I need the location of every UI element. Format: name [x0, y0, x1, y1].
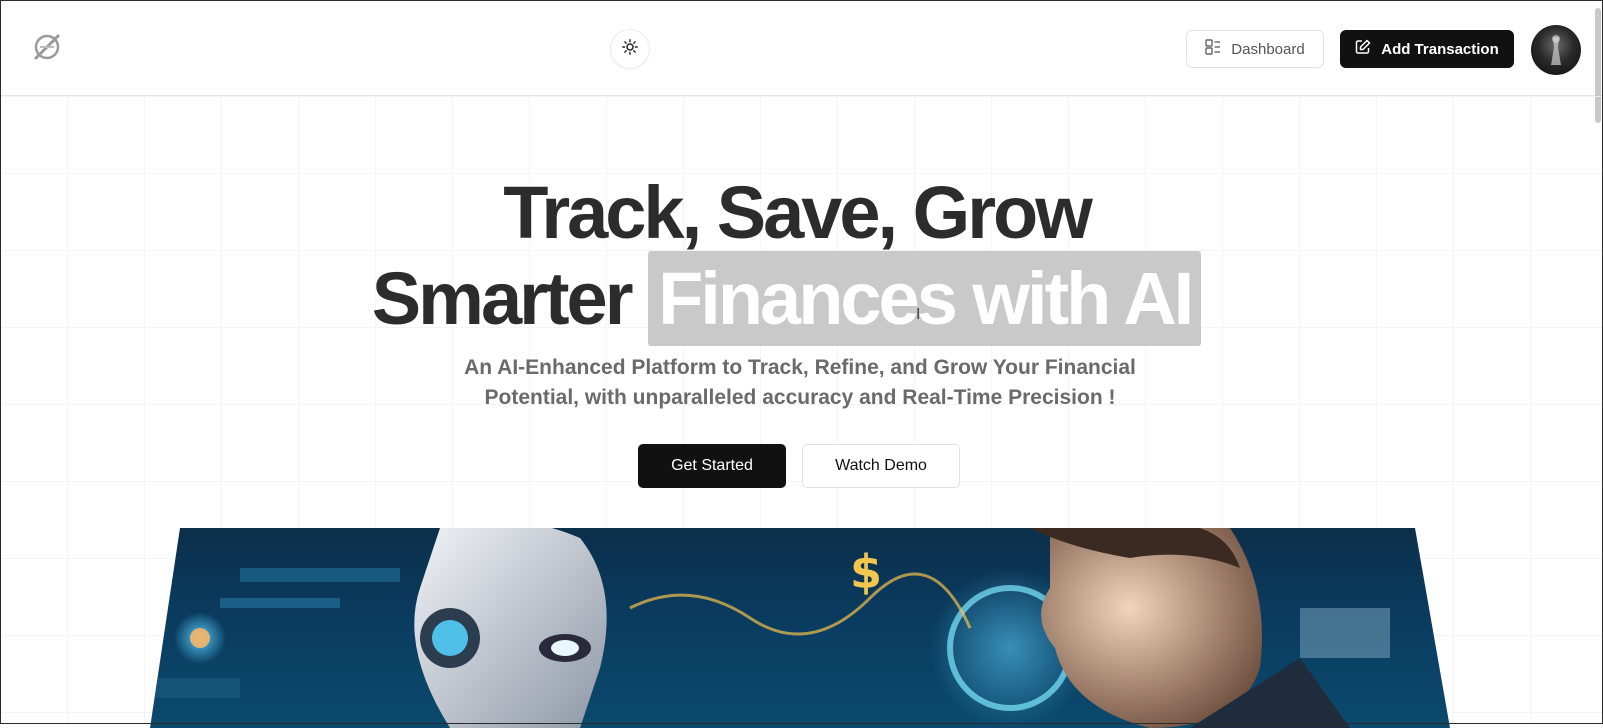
- hero-banner-image: $: [150, 528, 1450, 728]
- top-navbar: Dashboard Add Transaction: [0, 0, 1603, 96]
- sun-icon: [622, 38, 638, 60]
- pen-square-icon: [1355, 39, 1371, 59]
- hero-title-line-1: Track, Save, Grow: [503, 171, 1093, 254]
- hero-subtitle: An AI-Enhanced Platform to Track, Refine…: [464, 356, 1136, 409]
- get-started-button[interactable]: Get Started: [638, 444, 786, 488]
- dashboard-button[interactable]: Dashboard: [1186, 30, 1324, 68]
- watch-demo-button[interactable]: Watch Demo: [802, 444, 960, 488]
- svg-text:$: $: [850, 545, 882, 599]
- hero-title-highlight: Finances with AI: [648, 251, 1202, 346]
- theme-toggle-button[interactable]: [611, 30, 649, 68]
- hero-title-line-2: Smarter Finances with AI: [0, 251, 1588, 346]
- dashboard-icon: [1205, 39, 1221, 59]
- text-cursor-icon: I: [916, 306, 921, 323]
- logo-icon[interactable]: [30, 30, 64, 64]
- user-avatar[interactable]: [1531, 25, 1581, 75]
- add-transaction-button[interactable]: Add Transaction: [1340, 30, 1514, 68]
- dashboard-button-label: Dashboard: [1231, 40, 1305, 58]
- hero-title-plain: Smarter: [371, 257, 634, 340]
- add-transaction-label: Add Transaction: [1381, 40, 1499, 58]
